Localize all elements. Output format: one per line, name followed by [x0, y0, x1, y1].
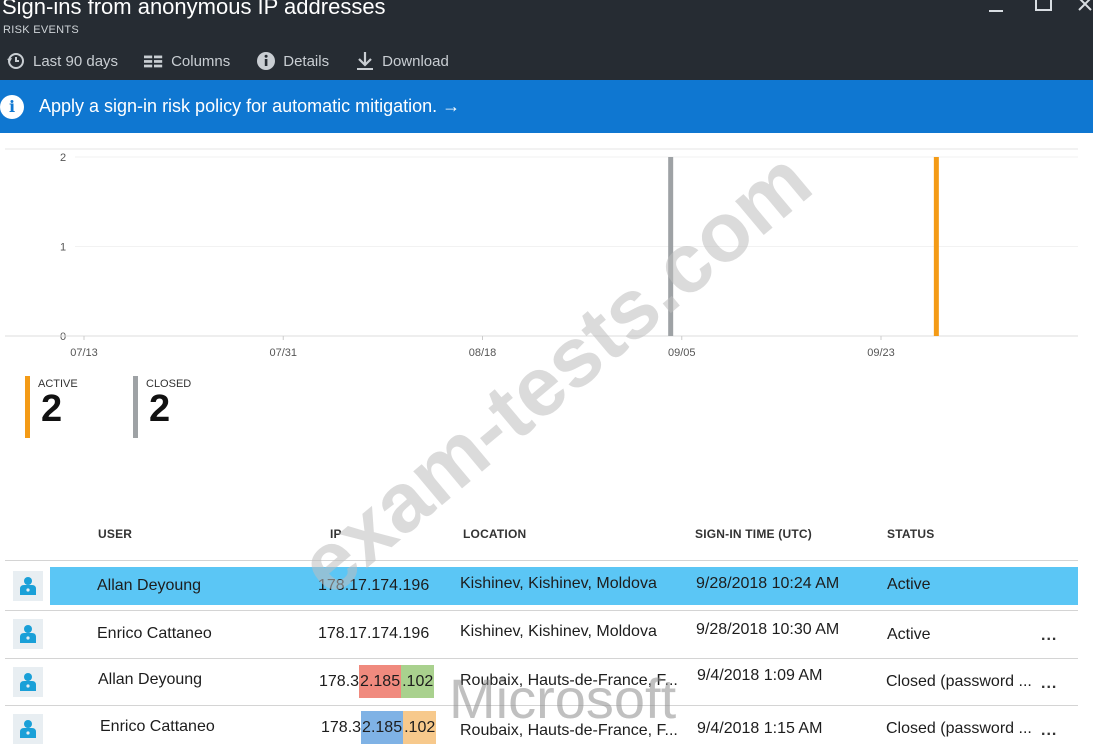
- columns-button[interactable]: Columns: [144, 51, 230, 71]
- chart-svg: 2 1 0 07/13 07/31 08/18 09/05 09/23: [5, 148, 1078, 359]
- user-icon: [13, 571, 43, 601]
- toolbar: Last 90 days Columns Details Download: [0, 48, 475, 74]
- cell-status: Closed (password ...: [886, 720, 1032, 737]
- cell-location: Kishinev, Kishinev, Moldova: [460, 575, 657, 592]
- table-row[interactable]: Enrico Cattaneo 178.32.185.102 Roubaix, …: [5, 706, 1078, 751]
- cell-user: Allan Deyoung: [98, 671, 203, 688]
- history-clock-icon: [6, 51, 26, 71]
- active-color-bar: [25, 376, 30, 438]
- risk-events-chart: 2 1 0 07/13 07/31 08/18 09/05 09/23: [0, 133, 1093, 373]
- minimize-icon[interactable]: [987, 0, 1005, 25]
- column-header-location[interactable]: LOCATION: [463, 527, 526, 541]
- user-icon: [13, 714, 43, 744]
- info-icon: i: [0, 94, 24, 119]
- risk-policy-link[interactable]: Apply a sign-in risk policy for automati…: [39, 96, 460, 117]
- x-tick-label: 09/05: [668, 347, 696, 359]
- active-stat[interactable]: ACTIVE 2: [25, 376, 115, 440]
- ip-segment: 178.3: [319, 673, 360, 690]
- close-icon[interactable]: [1077, 0, 1093, 17]
- column-header-ip[interactable]: IP: [330, 527, 342, 541]
- ip-segment-highlight: 2.185: [359, 665, 402, 698]
- download-button[interactable]: Download: [355, 51, 449, 71]
- closed-stat[interactable]: CLOSED 2: [133, 376, 223, 440]
- info-icon: [256, 51, 276, 71]
- cell-ip: 178.17.174.196: [318, 577, 430, 594]
- x-tick-label: 07/13: [70, 347, 98, 359]
- cell-location: Roubaix, Hauts-de-France, F...: [460, 722, 678, 739]
- chart-bar-active: [933, 157, 939, 336]
- cell-user: Allan Deyoung: [97, 577, 202, 594]
- table-row[interactable]: Allan Deyoung 178.32.185.102 Roubaix, Ha…: [5, 659, 1078, 705]
- cell-ip: 178.32.185.102: [319, 665, 435, 698]
- last-90-days-label: Last 90 days: [33, 52, 119, 70]
- ip-segment-highlight: 2.185: [361, 711, 404, 744]
- chart-bar-closed: [668, 157, 674, 336]
- cell-location: Kishinev, Kishinev, Moldova: [460, 623, 657, 640]
- closed-color-bar: [133, 376, 138, 438]
- cell-signin-time: 9/4/2018 1:09 AM: [697, 667, 823, 684]
- ip-segment-highlight: .102: [403, 711, 437, 744]
- columns-icon: [144, 51, 164, 71]
- closed-count: 2: [149, 388, 171, 430]
- details-button[interactable]: Details: [256, 51, 329, 71]
- y-tick-label: 2: [60, 152, 66, 164]
- details-label: Details: [283, 52, 330, 70]
- page-title: Sign-ins from anonymous IP addresses: [2, 0, 386, 19]
- cell-signin-time: 9/4/2018 1:15 AM: [697, 720, 823, 737]
- last-90-days-button[interactable]: Last 90 days: [6, 51, 118, 71]
- x-tick-label: 09/23: [867, 347, 895, 359]
- table-row[interactable]: Allan Deyoung 178.17.174.196 Kishinev, K…: [5, 563, 1078, 609]
- download-label: Download: [382, 52, 449, 70]
- cell-status: Active: [887, 626, 931, 643]
- user-icon: [13, 619, 43, 649]
- blade-header: Sign-ins from anonymous IP addresses RIS…: [0, 0, 1093, 80]
- cell-ip: 178.32.185.102: [321, 711, 437, 744]
- active-count: 2: [41, 388, 63, 430]
- y-tick-label: 1: [60, 242, 66, 254]
- column-header-user[interactable]: USER: [98, 527, 132, 541]
- cell-status: Closed (password ...: [886, 673, 1032, 690]
- cell-ip: 178.17.174.196: [318, 625, 430, 642]
- y-tick-label: 0: [60, 331, 66, 343]
- header-divider: [5, 560, 1078, 561]
- column-header-signin-time[interactable]: SIGN-IN TIME (UTC): [695, 527, 812, 541]
- x-tick-label: 07/31: [269, 347, 297, 359]
- ip-segment-highlight: .102: [401, 665, 435, 698]
- more-actions-button[interactable]: ...: [1041, 722, 1057, 740]
- cell-user: Enrico Cattaneo: [97, 625, 212, 642]
- more-actions-button[interactable]: ...: [1041, 675, 1057, 693]
- x-tick-label: 08/18: [469, 347, 497, 359]
- column-header-status[interactable]: STATUS: [887, 527, 934, 541]
- download-icon: [355, 51, 375, 71]
- cell-signin-time: 9/28/2018 10:24 AM: [696, 575, 840, 592]
- cell-location: Roubaix, Hauts-de-France, F...: [460, 672, 678, 689]
- table-row[interactable]: Enrico Cattaneo 178.17.174.196 Kishinev,…: [5, 611, 1078, 657]
- cell-status: Active: [887, 576, 931, 593]
- page-subtitle: RISK EVENTS: [3, 24, 80, 36]
- cell-user: Enrico Cattaneo: [100, 718, 215, 735]
- columns-label: Columns: [171, 52, 231, 70]
- info-banner: i Apply a sign-in risk policy for automa…: [0, 80, 1093, 133]
- cell-signin-time: 9/28/2018 10:30 AM: [696, 621, 840, 638]
- maximize-icon[interactable]: [1034, 0, 1054, 19]
- more-actions-button[interactable]: ...: [1041, 627, 1057, 645]
- ip-segment: 178.3: [321, 719, 362, 736]
- user-icon: [13, 667, 43, 697]
